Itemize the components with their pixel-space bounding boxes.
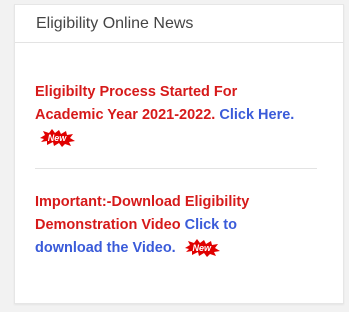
news-list: Eligibilty Process Started For Academic … [15,43,343,260]
new-badge-icon: New [183,239,221,258]
panel-title: Eligibility Online News [15,5,343,43]
news-panel: Eligibility Online News Eligibilty Proce… [14,4,344,304]
click-here-link[interactable]: Click Here. [219,107,294,123]
news-text: Eligibilty Process Started For Academic … [35,84,238,123]
new-badge-icon: New [38,129,76,148]
news-item: Important:-Download Eligibility Demonstr… [35,169,305,260]
news-item: Eligibilty Process Started For Academic … [35,43,305,168]
